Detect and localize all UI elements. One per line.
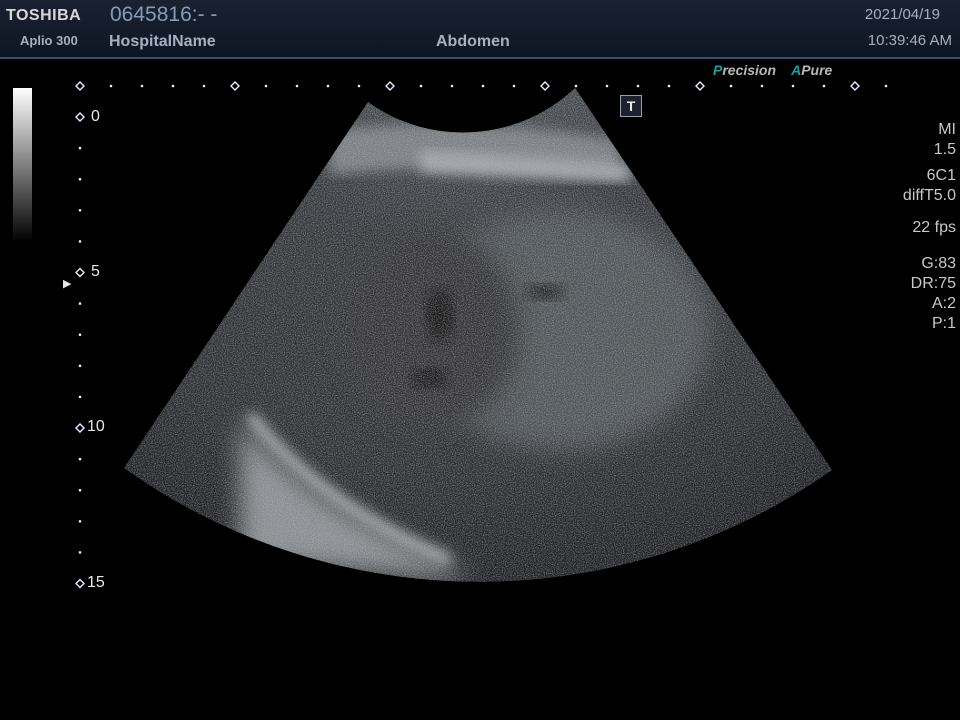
- frame-rate: 22 fps: [912, 219, 956, 236]
- lateral-minor-tick: [450, 84, 454, 88]
- lateral-minor-tick: [667, 84, 671, 88]
- depth-minor-tick: [78, 457, 82, 461]
- depth-minor-tick: [78, 146, 82, 150]
- lateral-minor-tick: [202, 84, 206, 88]
- lateral-minor-tick: [884, 84, 888, 88]
- depth-label-5: 5: [91, 263, 100, 280]
- depth-minor-tick: [78, 209, 82, 212]
- lateral-minor-tick: [636, 84, 640, 88]
- depth-major-tick: [75, 267, 85, 278]
- lateral-minor-tick: [481, 84, 485, 88]
- depth-minor-tick: [78, 364, 82, 368]
- lateral-minor-tick: [171, 84, 175, 88]
- depth-minor-tick: [78, 240, 82, 243]
- lateral-minor-tick: [822, 84, 826, 88]
- dynamic-range-value: DR:75: [910, 275, 956, 292]
- depth-label-15: 15: [87, 574, 105, 591]
- depth-minor-tick: [78, 177, 82, 181]
- lateral-major-tick: [850, 81, 860, 91]
- gain-value: G:83: [921, 255, 956, 272]
- depth-minor-tick: [78, 302, 82, 305]
- lateral-minor-tick: [791, 84, 795, 88]
- lateral-minor-tick: [140, 84, 144, 88]
- depth-label-10: 10: [87, 418, 105, 435]
- depth-major-tick: [75, 423, 85, 433]
- lateral-minor-tick: [605, 84, 609, 88]
- depth-major-tick: [75, 578, 85, 589]
- lateral-minor-tick: [326, 84, 330, 88]
- depth-label-0: 0: [91, 108, 100, 125]
- mi-value: 1.5: [933, 141, 956, 158]
- depth-minor-tick: [78, 488, 82, 492]
- lateral-major-tick: [540, 81, 550, 91]
- lateral-minor-tick: [109, 84, 113, 88]
- lateral-major-tick: [695, 81, 705, 91]
- lateral-minor-tick: [574, 84, 578, 88]
- lateral-minor-tick: [295, 84, 299, 88]
- depth-minor-tick: [78, 551, 82, 554]
- acquisition-parameters: MI 1.5 6C1 diffT5.0 22 fps G:83 DR:75 A:…: [836, 120, 956, 334]
- probe-name: 6C1: [926, 167, 956, 184]
- lateral-minor-tick: [512, 84, 516, 88]
- depth-minor-tick: [78, 395, 82, 399]
- lateral-major-tick: [75, 81, 85, 91]
- lateral-major-tick: [385, 81, 395, 91]
- lateral-major-tick: [230, 81, 240, 91]
- lateral-minor-tick: [357, 84, 361, 88]
- p-value: P:1: [931, 315, 956, 332]
- depth-minor-tick: [78, 333, 82, 337]
- lateral-minor-tick: [419, 84, 423, 88]
- a-value: A:2: [931, 295, 956, 312]
- depth-major-tick: [75, 112, 85, 122]
- lateral-minor-tick: [760, 84, 764, 88]
- imaging-mode: diffT5.0: [902, 187, 956, 204]
- lateral-minor-tick: [264, 84, 268, 88]
- lateral-minor-tick: [729, 84, 733, 88]
- mi-label: MI: [938, 121, 956, 138]
- depth-minor-tick: [78, 520, 82, 523]
- depth-scale: [75, 81, 888, 589]
